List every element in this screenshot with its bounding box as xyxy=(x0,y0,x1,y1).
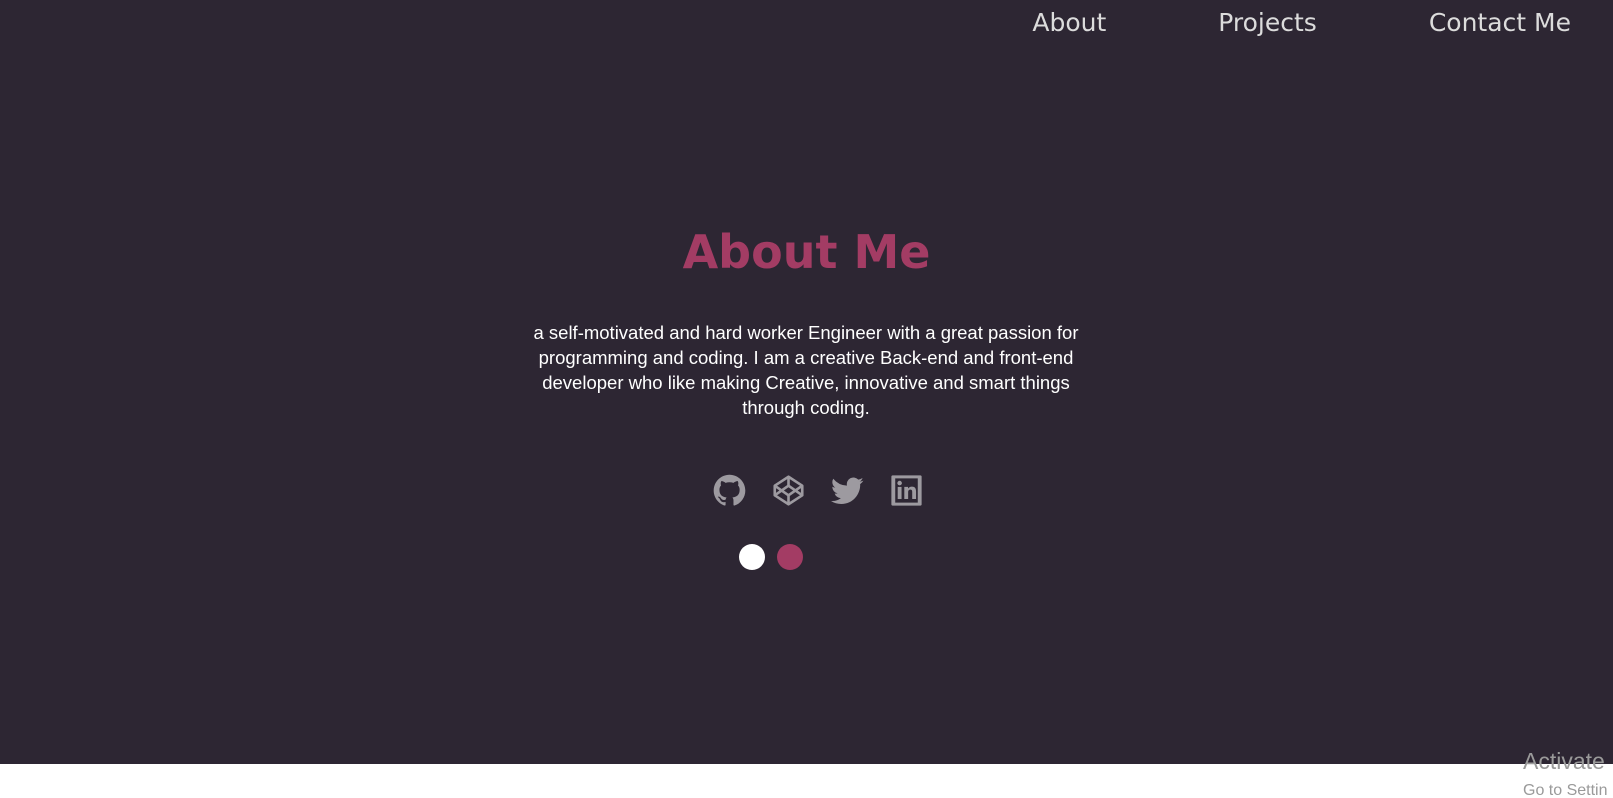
theme-toggle-light[interactable] xyxy=(739,544,765,570)
theme-toggle-group xyxy=(739,544,803,570)
bio-text: a self-motivated and hard worker Enginee… xyxy=(533,322,1079,418)
social-links xyxy=(713,474,923,507)
activation-watermark-title: Activate xyxy=(1523,748,1605,774)
nav-link-projects[interactable]: Projects xyxy=(1218,6,1317,40)
github-link[interactable] xyxy=(713,474,746,507)
linkedin-icon xyxy=(891,475,922,506)
twitter-icon xyxy=(831,477,864,504)
nav-link-contact-me[interactable]: Contact Me xyxy=(1429,6,1571,40)
top-nav: About Projects Contact Me xyxy=(1032,6,1571,40)
linkedin-link[interactable] xyxy=(890,474,923,507)
nav-link-about[interactable]: About xyxy=(1032,6,1106,40)
codepen-icon xyxy=(773,475,804,506)
codepen-link[interactable] xyxy=(772,474,805,507)
page: About Projects Contact Me About Me a sel… xyxy=(0,0,1613,798)
hero-section: About Projects Contact Me About Me a sel… xyxy=(0,0,1613,764)
github-icon xyxy=(713,474,746,506)
twitter-link[interactable] xyxy=(831,474,864,507)
activation-watermark-subtitle: Go to Settin xyxy=(1523,782,1608,798)
theme-toggle-accent[interactable] xyxy=(777,544,803,570)
page-title: About Me xyxy=(682,225,931,279)
